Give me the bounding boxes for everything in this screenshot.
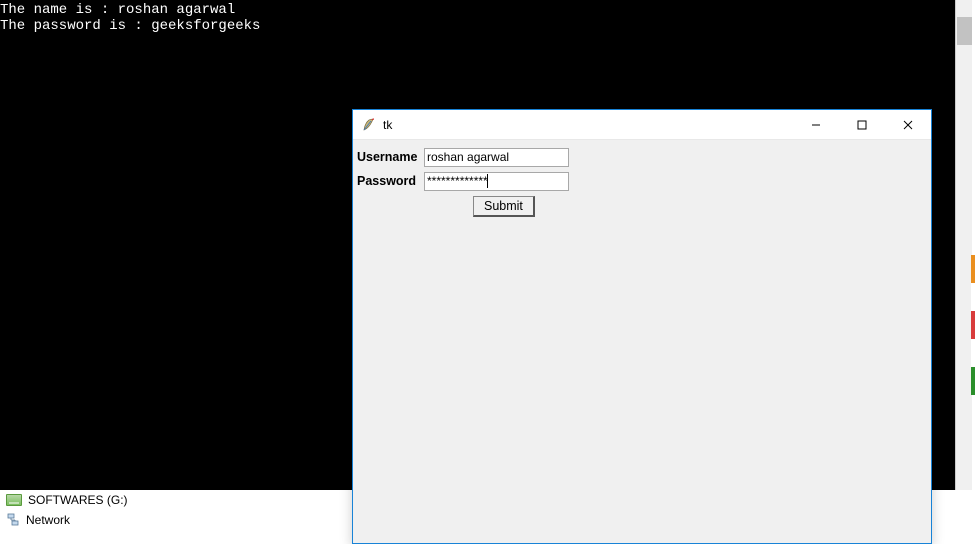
network-label: Network — [26, 513, 70, 527]
username-label: Username — [357, 150, 424, 164]
submit-button[interactable]: Submit — [473, 196, 535, 217]
username-row: Username roshan agarwal — [357, 146, 931, 168]
window-title: tk — [383, 118, 793, 132]
tk-feather-icon — [361, 117, 377, 133]
password-input[interactable]: ************* — [424, 172, 569, 191]
network-icon — [6, 513, 20, 527]
titlebar[interactable]: tk — [353, 110, 931, 140]
side-color-strip — [971, 255, 975, 395]
tk-form-body: Username roshan agarwal Password *******… — [353, 140, 931, 217]
terminal-line: The password is : geeksforgeeks — [0, 18, 260, 34]
tk-window: tk Username roshan agarwal Password ****… — [352, 109, 932, 544]
close-button[interactable] — [885, 110, 931, 139]
username-value: roshan agarwal — [427, 150, 509, 164]
minimize-button[interactable] — [793, 110, 839, 139]
terminal-line: The name is : roshan agarwal — [0, 2, 235, 18]
password-row: Password ************* — [357, 170, 931, 192]
drive-icon — [6, 494, 22, 506]
drive-label: SOFTWARES (G:) — [28, 493, 128, 507]
password-value: ************* — [427, 174, 488, 188]
submit-row: Submit — [357, 196, 931, 217]
password-label: Password — [357, 174, 424, 188]
scrollbar-thumb[interactable] — [957, 17, 972, 45]
text-caret — [487, 174, 488, 188]
username-input[interactable]: roshan agarwal — [424, 148, 569, 167]
maximize-button[interactable] — [839, 110, 885, 139]
terminal-scrollbar[interactable] — [955, 0, 972, 490]
